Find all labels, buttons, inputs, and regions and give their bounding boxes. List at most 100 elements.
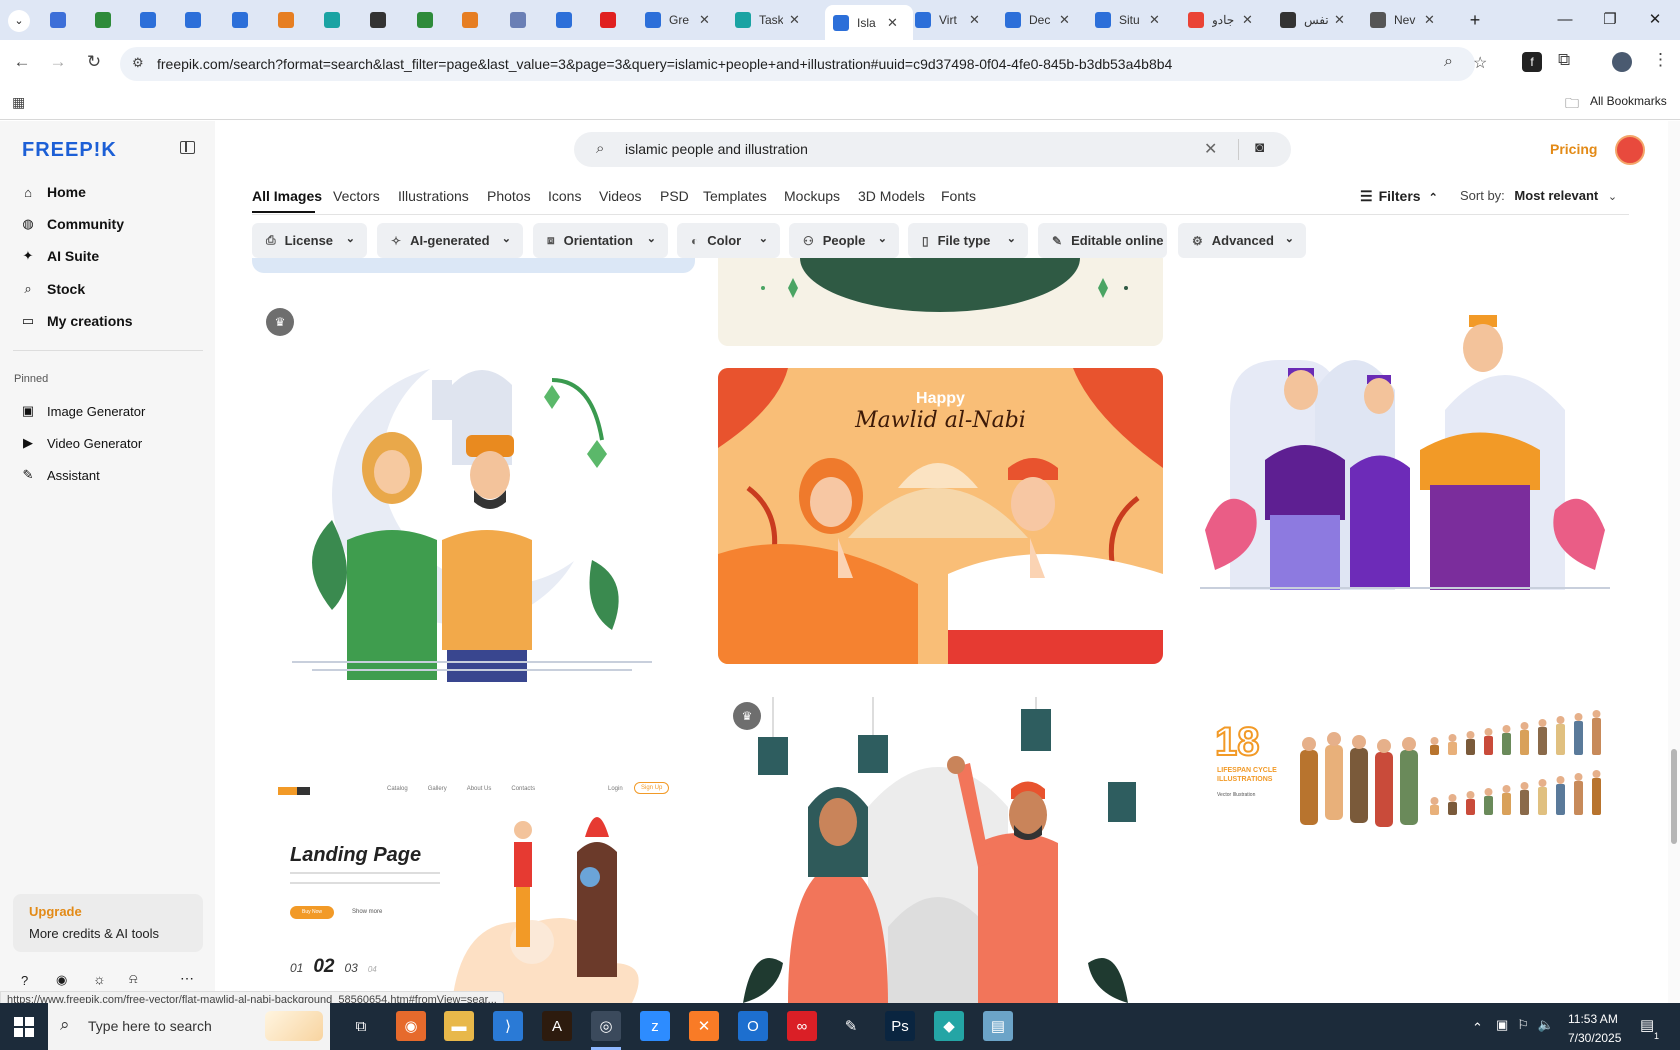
- upgrade-card[interactable]: Upgrade More credits & AI tools: [13, 894, 203, 952]
- firefox-icon[interactable]: ◉: [396, 1011, 426, 1041]
- creative-cloud-icon[interactable]: ∞: [787, 1011, 817, 1041]
- sidebar-item-ai-suite[interactable]: ✦ AI Suite: [20, 248, 100, 264]
- browser-tab[interactable]: [510, 6, 526, 34]
- extensions-puzzle-icon[interactable]: ⧉: [1558, 50, 1570, 70]
- search-input[interactable]: islamic people and illustration: [625, 141, 808, 157]
- category-tab[interactable]: Videos: [599, 188, 642, 204]
- category-tab[interactable]: PSD: [660, 188, 689, 204]
- notepad-icon[interactable]: ▤: [983, 1011, 1013, 1041]
- category-tab[interactable]: Illustrations: [398, 188, 469, 204]
- browser-tab[interactable]: [140, 6, 156, 34]
- tab-close-icon[interactable]: ✕: [699, 12, 710, 28]
- chrome-icon[interactable]: ◎: [591, 1011, 621, 1041]
- sidebar-item-my-creations[interactable]: ▭ My creations: [20, 313, 133, 329]
- result-card-landing-page[interactable]: Catalog Gallery About Us Contacts Login …: [252, 712, 695, 1003]
- filter-chip[interactable]: ⎙ License ⌄: [252, 223, 367, 258]
- result-card-mawlid[interactable]: Happy Mawlid al-Nabi: [718, 368, 1163, 664]
- filter-chip[interactable]: ⚇ People ⌄: [789, 223, 899, 258]
- browser-tab[interactable]: Dec ✕: [1005, 6, 1070, 34]
- browser-tab[interactable]: [278, 6, 294, 34]
- forward-icon[interactable]: →: [46, 52, 70, 72]
- result-card-three-men[interactable]: [1185, 300, 1630, 600]
- category-tab[interactable]: Fonts: [941, 188, 976, 204]
- browser-tab[interactable]: [600, 6, 616, 34]
- show-hidden-icons[interactable]: ⌃: [1472, 1020, 1483, 1036]
- filter-chip[interactable]: ⚙ Advanced ⌄: [1178, 223, 1306, 258]
- filter-chip[interactable]: ✧ AI-generated ⌄: [377, 223, 523, 258]
- freepik-logo[interactable]: FREEP!K: [22, 139, 117, 162]
- category-tab[interactable]: Templates: [703, 188, 767, 204]
- back-icon[interactable]: ←: [10, 52, 34, 72]
- all-bookmarks-link[interactable]: All Bookmarks: [1590, 94, 1667, 108]
- tab-close-icon[interactable]: ✕: [1059, 12, 1070, 28]
- browser-tab[interactable]: [417, 6, 433, 34]
- tab-close-icon[interactable]: ✕: [789, 12, 800, 28]
- sidebar-item-home[interactable]: ⌂ Home: [20, 184, 86, 200]
- clock-time[interactable]: 11:53 AM: [1568, 1012, 1618, 1026]
- category-tab[interactable]: Mockups: [784, 188, 840, 204]
- user-avatar[interactable]: [1615, 135, 1645, 165]
- browser-tab[interactable]: [556, 6, 572, 34]
- clock-date[interactable]: 7/30/2025: [1568, 1031, 1621, 1045]
- sidebar-item-assistant[interactable]: ✎ Assistant: [20, 467, 100, 483]
- outlook-icon[interactable]: O: [738, 1011, 768, 1041]
- browser-tab[interactable]: Nev ✕: [1370, 6, 1435, 34]
- browser-tab[interactable]: Isla ✕: [825, 5, 913, 40]
- minimize-button[interactable]: —: [1550, 8, 1580, 32]
- photoshop-icon[interactable]: Ps: [885, 1011, 915, 1041]
- xampp-icon[interactable]: ✕: [689, 1011, 719, 1041]
- zoom-icon[interactable]: ⌕: [1444, 53, 1453, 71]
- apps-grid-icon[interactable]: ▦: [12, 94, 25, 111]
- result-card-top-middle[interactable]: [718, 258, 1163, 346]
- new-tab-button[interactable]: +: [1460, 8, 1490, 32]
- sidebar-item-community[interactable]: ◍ Community: [20, 216, 124, 232]
- category-tab[interactable]: Photos: [487, 188, 531, 204]
- system-tray-icons[interactable]: ▣⚐🔈: [1496, 1017, 1563, 1033]
- tab-close-icon[interactable]: ✕: [1242, 12, 1253, 28]
- tab-close-icon[interactable]: ✕: [1334, 12, 1345, 28]
- browser-tab[interactable]: Gre ✕: [645, 6, 710, 34]
- notification-icon[interactable]: ▤: [1640, 1016, 1654, 1034]
- sort-control[interactable]: Sort by: Most relevant ⌄: [1460, 188, 1617, 203]
- tab-close-icon[interactable]: ✕: [887, 15, 898, 31]
- extension-icon[interactable]: f: [1522, 52, 1542, 72]
- browser-tab[interactable]: [370, 6, 386, 34]
- browser-tab[interactable]: Task ✕: [735, 6, 800, 34]
- restore-button[interactable]: ❐: [1595, 8, 1625, 32]
- result-card-couple-mosque[interactable]: ♛: [718, 697, 1163, 1003]
- browser-tab[interactable]: [232, 6, 248, 34]
- reload-icon[interactable]: ↻: [82, 52, 106, 72]
- tab-close-icon[interactable]: ✕: [969, 12, 980, 28]
- browser-menu-icon[interactable]: ⋮: [1652, 50, 1669, 70]
- browser-tab[interactable]: Virt ✕: [915, 6, 980, 34]
- bookmark-star-icon[interactable]: ☆: [1473, 53, 1487, 73]
- zoom-icon[interactable]: z: [640, 1011, 670, 1041]
- result-card-couple-lanterns[interactable]: ♛: [252, 290, 695, 685]
- browser-tab[interactable]: Situ ✕: [1095, 6, 1160, 34]
- help-icon[interactable]: ?: [21, 973, 28, 988]
- category-tab[interactable]: 3D Models: [858, 188, 925, 204]
- tab-close-icon[interactable]: ✕: [1149, 12, 1160, 28]
- close-window-button[interactable]: ✕: [1640, 8, 1670, 32]
- filter-chip[interactable]: ⧈ Orientation ⌄: [533, 223, 668, 258]
- browser-tab[interactable]: [50, 6, 66, 34]
- more-icon[interactable]: ⋯: [180, 970, 194, 987]
- pen-tool-icon[interactable]: ✎: [836, 1011, 866, 1041]
- browser-tab[interactable]: [95, 6, 111, 34]
- profile-avatar-icon[interactable]: [1612, 52, 1632, 72]
- result-card-top-left[interactable]: [252, 258, 695, 273]
- filter-chip[interactable]: ▯ File type ⌄: [908, 223, 1028, 258]
- browser-tab[interactable]: [185, 6, 201, 34]
- address-bar[interactable]: ⚙ freepik.com/search?format=search&last_…: [120, 47, 1487, 81]
- pricing-link[interactable]: Pricing: [1550, 141, 1597, 157]
- filter-chip[interactable]: ◐ Color ⌄: [677, 223, 780, 258]
- taskbar-search-placeholder[interactable]: Type here to search: [88, 1018, 212, 1034]
- bell-icon[interactable]: ⍾: [129, 971, 138, 987]
- tab-close-icon[interactable]: ✕: [1424, 12, 1435, 28]
- sidebar-item-stock[interactable]: ⌕ Stock: [20, 281, 85, 297]
- discord-icon[interactable]: ◉: [56, 972, 67, 988]
- browser-tab[interactable]: [324, 6, 340, 34]
- browser-tab[interactable]: [462, 6, 478, 34]
- task-view-icon[interactable]: ⧉: [346, 1011, 376, 1041]
- search-bar[interactable]: ⌕ islamic people and illustration ✕ ◙: [574, 132, 1291, 167]
